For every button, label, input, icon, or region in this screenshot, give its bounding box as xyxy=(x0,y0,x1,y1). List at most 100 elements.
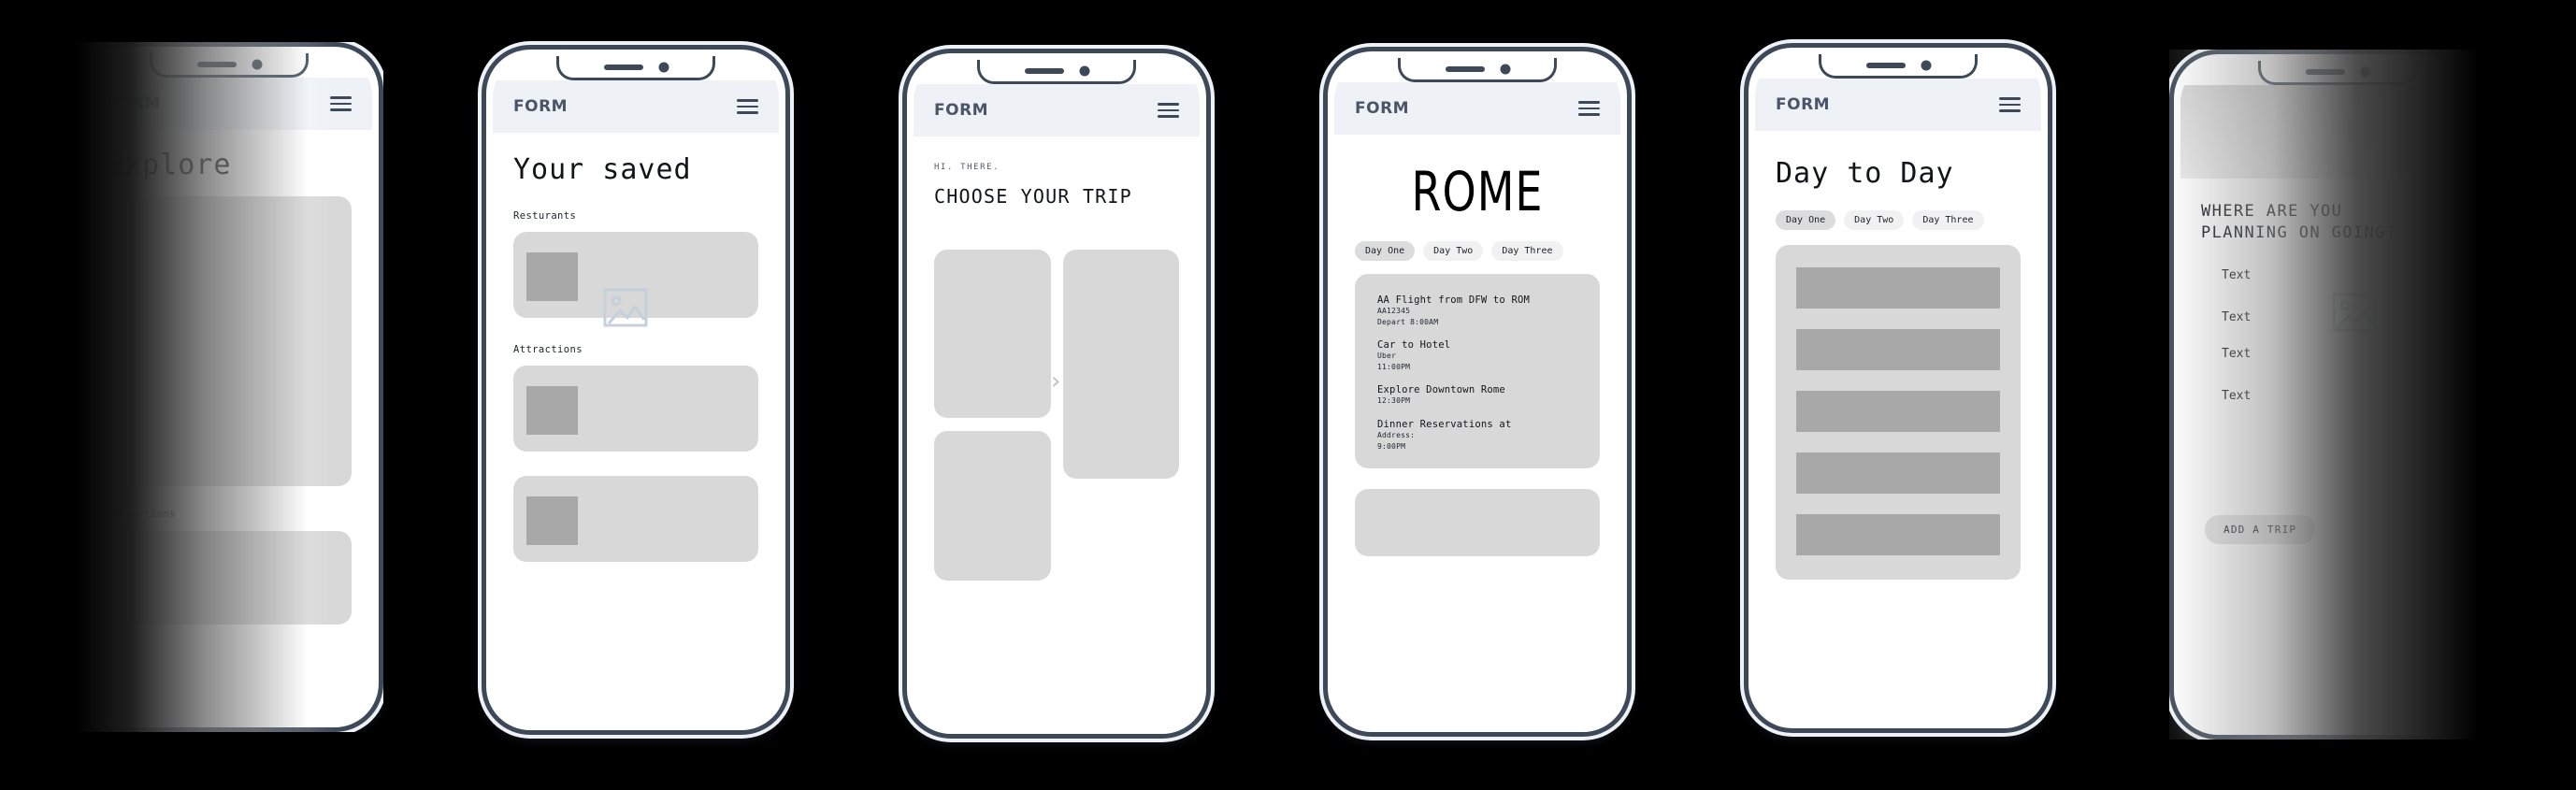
phone-mockup-saved: FORM Your saved Resturants Attractions xyxy=(482,45,790,735)
itinerary-item: Explore Downtown Rome 12:30PM xyxy=(1377,384,1600,407)
tab-day-three[interactable]: Day Three xyxy=(1491,241,1563,261)
placeholder-bar xyxy=(1796,452,2000,494)
phone-mockup-rome: FORM ROME Day One Day Two Day Three AA F… xyxy=(1323,47,1632,737)
card-thumbnail xyxy=(526,496,578,545)
explore-card-primary[interactable] xyxy=(107,196,352,486)
app-brand-logo: FORM xyxy=(513,97,568,116)
add-trip-button[interactable]: ADD A TRIP xyxy=(2205,514,2316,544)
silent-switch[interactable] xyxy=(1744,188,1746,222)
card-thumbnail xyxy=(526,386,578,435)
itinerary-card[interactable]: AA Flight from DFW to ROM AA12345 Depart… xyxy=(1355,274,1600,469)
device-frame: FORM Explore Attractions xyxy=(75,42,383,732)
page-title-line-2: PLANNING ON GOING? xyxy=(2201,223,2397,242)
device-screen: FORM Your saved Resturants Attractions xyxy=(493,56,779,724)
app-brand-logo: FORM xyxy=(107,94,162,113)
earpiece-speaker xyxy=(1445,65,1485,72)
tab-day-two[interactable]: Day Two xyxy=(1423,241,1484,261)
trip-card-3[interactable] xyxy=(1062,250,1179,479)
section-label-attractions: Attractions xyxy=(107,509,176,520)
volume-down-button[interactable] xyxy=(1744,305,1746,363)
day-tab-row: Day One Day Two Day Three xyxy=(1776,210,2021,230)
device-notch xyxy=(150,53,309,78)
silent-switch[interactable] xyxy=(1323,192,1325,225)
trip-card-1[interactable] xyxy=(934,250,1051,418)
placeholder-bar xyxy=(1796,391,2000,432)
text-field-4[interactable]: Text xyxy=(2222,389,2474,403)
earpiece-speaker xyxy=(1024,67,1064,74)
device-frame: FORM HI. THERE. CHOOSE YOUR TRIP › xyxy=(902,49,1211,739)
power-button[interactable] xyxy=(2504,232,2506,299)
itinerary-item-detail-1: Uber xyxy=(1377,352,1397,361)
screen-content-choose-trip: HI. THERE. CHOOSE YOUR TRIP › xyxy=(914,136,1200,581)
volume-up-button[interactable] xyxy=(2169,241,2171,299)
tab-day-three[interactable]: Day Three xyxy=(1912,210,1984,230)
section-label-restaurants: Resturants xyxy=(513,210,577,222)
page-title: Your saved xyxy=(513,153,692,186)
device-notch xyxy=(556,56,715,80)
volume-up-button[interactable] xyxy=(902,240,904,298)
silent-switch[interactable] xyxy=(482,190,483,223)
image-placeholder-icon xyxy=(603,288,648,327)
volume-up-button[interactable] xyxy=(75,234,77,292)
power-button[interactable] xyxy=(381,224,383,292)
app-bar: FORM xyxy=(86,78,372,130)
power-button[interactable] xyxy=(1209,231,1211,298)
itinerary-item-detail-2: 11:00PM xyxy=(1377,362,1411,371)
power-button[interactable] xyxy=(1630,229,1632,296)
page-title: CHOOSE YOUR TRIP xyxy=(934,185,1132,208)
power-button[interactable] xyxy=(2051,225,2052,293)
app-bar: FORM xyxy=(914,84,1200,136)
tab-day-two[interactable]: Day Two xyxy=(1844,210,1905,230)
app-bar: FORM xyxy=(1755,79,2041,131)
volume-down-button[interactable] xyxy=(2169,311,2171,369)
placeholder-bar xyxy=(1796,267,2000,309)
volume-up-button[interactable] xyxy=(482,237,483,294)
itinerary-card-secondary[interactable] xyxy=(1355,489,1600,557)
itinerary-item-detail-2: Depart 8:00AM xyxy=(1377,317,1439,326)
power-button[interactable] xyxy=(788,227,790,294)
tab-day-one[interactable]: Day One xyxy=(1355,241,1416,261)
silent-switch[interactable] xyxy=(902,194,904,227)
device-frame: FORM WHERE ARE YOU PLANNING ON GOING? Te… xyxy=(2169,50,2506,740)
text-field-list: Text Text Text Text xyxy=(2201,268,2474,403)
silent-switch[interactable] xyxy=(75,187,77,221)
app-brand-logo: FORM xyxy=(1776,95,1831,114)
volume-down-button[interactable] xyxy=(482,307,483,365)
front-camera xyxy=(1921,60,1932,70)
volume-down-button[interactable] xyxy=(75,304,77,362)
app-brand-logo: FORM xyxy=(1355,99,1410,118)
hamburger-icon[interactable] xyxy=(737,99,758,114)
hamburger-icon[interactable] xyxy=(1158,103,1179,118)
explore-card-secondary[interactable] xyxy=(107,531,352,625)
tab-day-one[interactable]: Day One xyxy=(1776,210,1836,230)
page-title: ROME xyxy=(1411,160,1544,223)
mockup-canvas: FORM Explore Attractions FORM Your saved… xyxy=(0,0,2576,790)
device-screen: FORM HI. THERE. CHOOSE YOUR TRIP › xyxy=(914,60,1200,727)
device-screen: FORM WHERE ARE YOU PLANNING ON GOING? Te… xyxy=(2180,61,2495,728)
device-notch xyxy=(2258,61,2417,85)
volume-up-button[interactable] xyxy=(1744,235,1746,293)
page-title-line-1: WHERE ARE YOU xyxy=(2201,202,2343,221)
trip-card-2[interactable] xyxy=(934,431,1051,581)
volume-down-button[interactable] xyxy=(1323,309,1325,366)
hamburger-icon[interactable] xyxy=(1578,101,1600,116)
text-field-3[interactable]: Text xyxy=(2222,347,2474,361)
device-notch xyxy=(1398,58,1557,82)
device-screen: FORM ROME Day One Day Two Day Three AA F… xyxy=(1334,58,1620,725)
hamburger-icon[interactable] xyxy=(1999,97,2021,112)
volume-up-button[interactable] xyxy=(1323,238,1325,296)
volume-down-button[interactable] xyxy=(902,310,904,368)
itinerary-item-title: Car to Hotel xyxy=(1377,339,1451,352)
hamburger-icon[interactable] xyxy=(330,96,352,111)
silent-switch[interactable] xyxy=(2169,194,2171,228)
saved-card-attraction-1[interactable] xyxy=(513,366,758,452)
itinerary-item-detail-2: 9:00PM xyxy=(1377,441,1406,451)
saved-card-attraction-2[interactable] xyxy=(513,476,758,562)
itinerary-item: Car to Hotel Uber 11:00PM xyxy=(1377,339,1600,372)
screen-content-where-going: WHERE ARE YOU PLANNING ON GOING? Text Te… xyxy=(2180,201,2495,544)
day-to-day-card[interactable] xyxy=(1776,245,2021,580)
itinerary-item-title: Explore Downtown Rome xyxy=(1377,384,1505,396)
earpiece-speaker xyxy=(603,64,643,70)
text-field-1[interactable]: Text xyxy=(2222,268,2474,282)
day-tab-row: Day One Day Two Day Three xyxy=(1355,241,1600,261)
